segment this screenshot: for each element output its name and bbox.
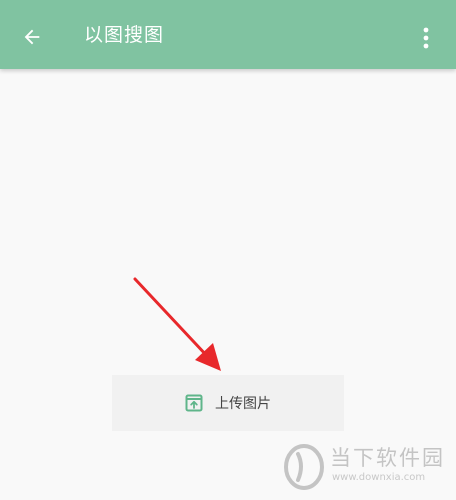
more-vert-icon	[423, 27, 429, 49]
upload-image-button[interactable]: 上传图片	[112, 375, 344, 431]
upload-image-icon	[185, 394, 203, 412]
app-bar: 以图搜图	[0, 0, 456, 69]
watermark-url: www.downxia.com	[332, 472, 426, 483]
upload-image-label: 上传图片	[215, 396, 271, 412]
back-button[interactable]	[14, 19, 50, 55]
watermark-logo-icon	[284, 444, 324, 490]
watermark: 当下软件园 www.downxia.com	[282, 438, 452, 496]
watermark-name: 当下软件园	[330, 446, 445, 470]
overflow-menu-button[interactable]	[410, 20, 442, 56]
arrow-left-icon	[24, 29, 40, 45]
page-title: 以图搜图	[84, 24, 165, 46]
main-content	[0, 69, 456, 500]
